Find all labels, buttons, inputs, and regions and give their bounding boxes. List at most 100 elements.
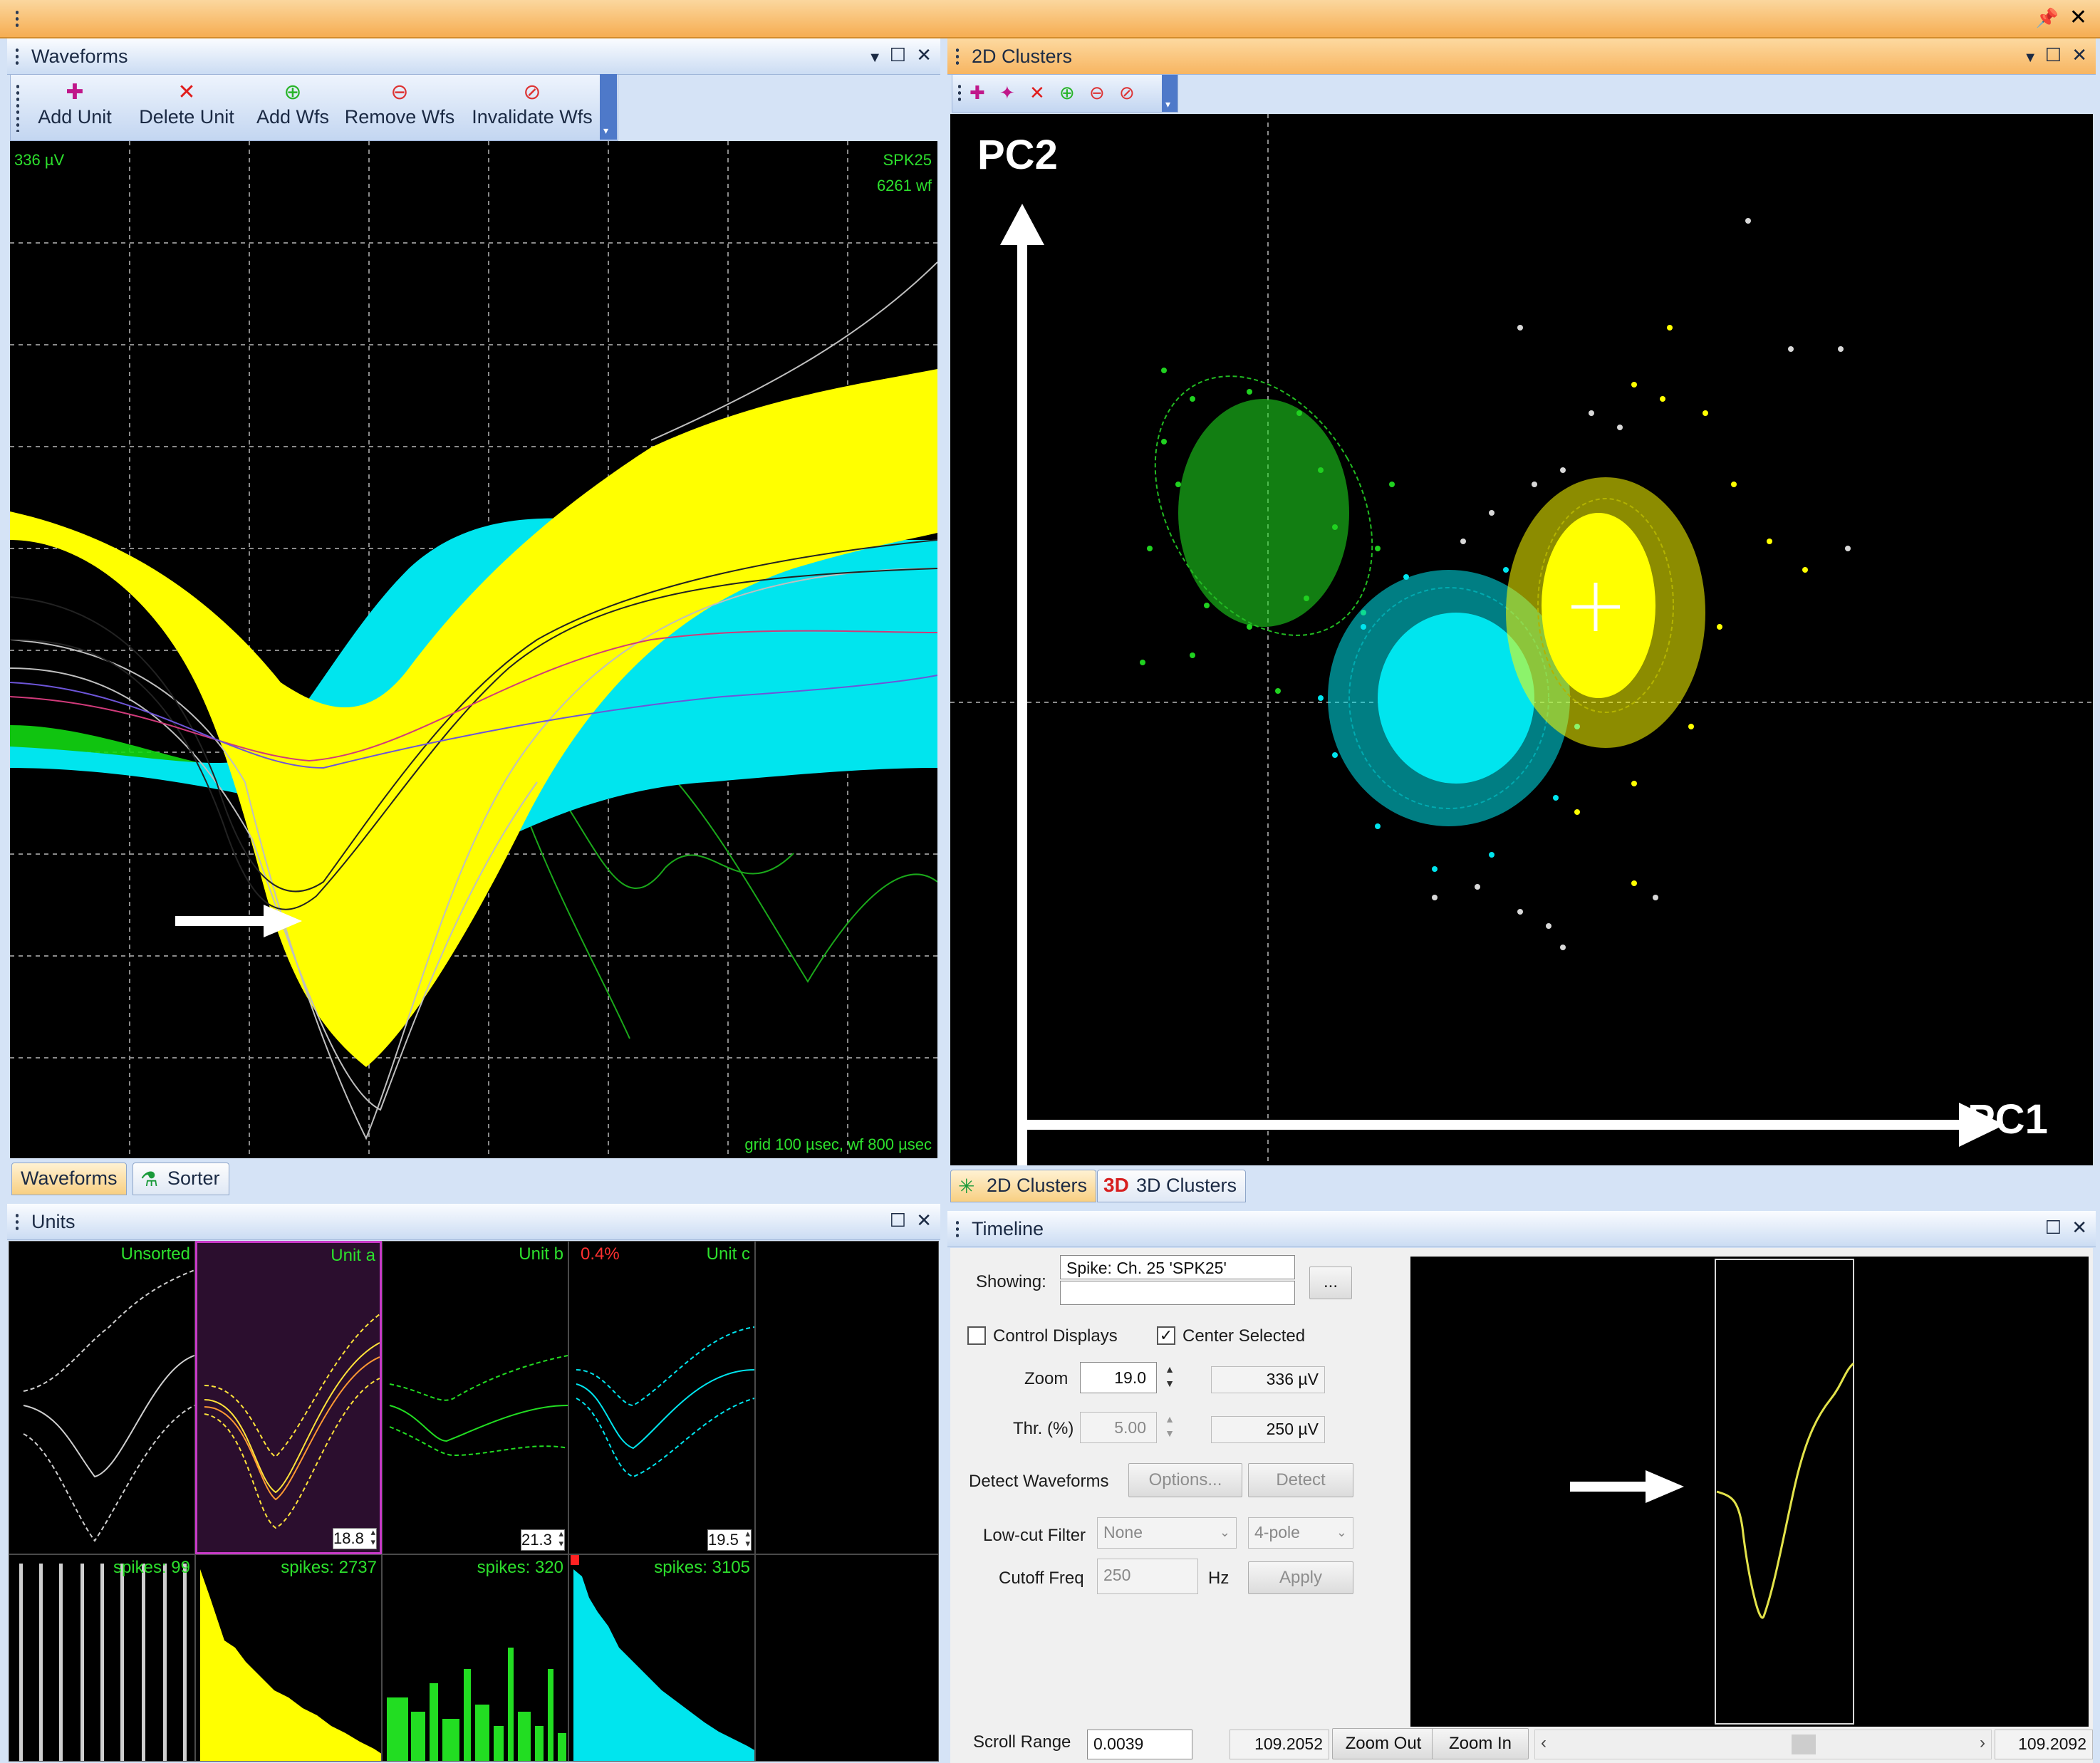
time-end: 109.2092 <box>1995 1730 2093 1759</box>
grip-icon[interactable] <box>956 1219 959 1238</box>
timeline-svg <box>1570 1259 1855 1725</box>
delete-unit-alt-icon[interactable]: ✦ <box>999 83 1015 102</box>
maximize-icon[interactable]: ☐ <box>2045 1218 2062 1237</box>
remove-wfs-icon[interactable]: ⊖ <box>1089 83 1105 102</box>
unit-percent: 0.4% <box>581 1244 620 1264</box>
unit-template-unit-a[interactable]: Unit a 18.8 <box>195 1241 382 1554</box>
clusters-panel-header: 2D Clusters ▼ ☐ ✕ <box>947 38 2096 75</box>
pin-icon[interactable]: 📌 <box>2036 9 2059 27</box>
detect-button[interactable]: Detect <box>1248 1463 1353 1497</box>
panel-title: 2D Clusters <box>972 46 1073 67</box>
dropdown-icon[interactable]: ▼ <box>868 48 882 67</box>
zoom-label: Zoom <box>1024 1369 1069 1388</box>
unit-template-unsorted[interactable]: Unsorted <box>9 1241 195 1554</box>
scroll-right-icon[interactable]: › <box>1980 1733 1985 1753</box>
tab-2d-clusters[interactable]: ✳ 2D Clusters <box>950 1170 1097 1202</box>
unit-spinner[interactable]: 19.5 <box>707 1529 752 1551</box>
pole-select[interactable]: 4-pole ⌄ <box>1248 1517 1353 1549</box>
add-wfs-label: Add Wfs <box>256 106 330 128</box>
close-icon[interactable]: ✕ <box>916 46 932 64</box>
clusters-tabstrip: ✳ 2D Clusters 3D 3D Clusters <box>947 1167 2096 1204</box>
add-unit-icon[interactable]: ✚ <box>970 83 985 102</box>
browse-button[interactable]: ... <box>1309 1267 1352 1299</box>
grip-icon[interactable] <box>16 83 19 132</box>
zoom-readout: 336 µV <box>1211 1366 1325 1393</box>
units-panel-header: Units ☐ ✕ <box>7 1204 940 1240</box>
add-wfs-icon[interactable]: ⊕ <box>1059 83 1075 102</box>
cluster-plot[interactable]: PC2 PC1 <box>950 114 2093 1165</box>
add-wfs-button[interactable]: ⊕ Add Wfs <box>243 79 343 128</box>
timeline-trace[interactable] <box>1410 1257 2089 1727</box>
threshold-label: Thr. (%) <box>1013 1419 1074 1438</box>
clusters-2d-icon: ✳ <box>958 1175 975 1197</box>
invalidate-wfs-button[interactable]: ⊘ Invalidate Wfs <box>461 79 603 128</box>
waveform-svg <box>10 141 937 1158</box>
close-icon[interactable]: ✕ <box>2072 1218 2087 1237</box>
dropdown-icon[interactable]: ▼ <box>2023 48 2037 67</box>
grid-label: grid 100 µsec, wf 800 µsec <box>744 1135 932 1153</box>
grip-icon[interactable] <box>958 83 961 102</box>
isi-histogram-unit-c: spikes: 3105 <box>568 1554 755 1762</box>
axis-y-label: PC2 <box>977 132 1058 178</box>
threshold-input[interactable]: 5.00 <box>1080 1412 1157 1443</box>
cutoff-freq-input[interactable]: 250 <box>1097 1559 1198 1594</box>
threshold-readout: 250 µV <box>1211 1416 1325 1443</box>
grip-icon[interactable] <box>16 47 19 66</box>
window-top-bar: 📌 ✕ <box>0 0 2100 38</box>
grip-icon[interactable] <box>16 9 19 28</box>
grip-icon[interactable] <box>16 1212 19 1231</box>
tab-sorter-label: Sorter <box>167 1167 220 1189</box>
add-unit-button[interactable]: ✚ Add Unit <box>32 79 118 128</box>
delete-unit-button[interactable]: ✕ Delete Unit <box>126 79 247 128</box>
timeline-panel-header: Timeline ☐ ✕ <box>947 1211 2096 1247</box>
delete-icon[interactable]: ✕ <box>1029 83 1045 102</box>
isi-histogram-unit-b: spikes: 320 <box>382 1554 568 1762</box>
grip-icon[interactable] <box>956 47 959 66</box>
delete-icon: ✕ <box>177 80 196 104</box>
zoom-spinner[interactable]: ▲ ▼ <box>1158 1362 1181 1393</box>
maximize-icon[interactable]: ☐ <box>890 1211 906 1229</box>
zoom-out-button[interactable]: Zoom Out <box>1332 1728 1435 1759</box>
units-grid: Unsorted Unit a 18.8 Unit b 21.3 0.4% Un… <box>9 1241 939 1762</box>
unit-name: Unit b <box>519 1244 563 1264</box>
chevron-down-icon: ⌄ <box>1336 1525 1347 1539</box>
spike-count: spikes: 99 <box>113 1558 190 1577</box>
showing-field-2[interactable] <box>1060 1281 1295 1305</box>
tab-sorter[interactable]: ⚗ Sorter <box>132 1163 229 1195</box>
invalidate-wfs-icon[interactable]: ⊘ <box>1119 83 1135 102</box>
close-icon[interactable]: ✕ <box>2069 7 2087 28</box>
options-button[interactable]: Options... <box>1128 1463 1242 1497</box>
scrollbar-thumb[interactable] <box>1792 1735 1816 1754</box>
apply-button[interactable]: Apply <box>1248 1561 1353 1594</box>
unit-spinner[interactable]: 21.3 <box>521 1529 565 1551</box>
control-displays-checkbox[interactable] <box>967 1326 986 1345</box>
remove-wfs-button[interactable]: ⊖ Remove Wfs <box>336 79 464 128</box>
close-icon[interactable]: ✕ <box>2072 46 2087 64</box>
timeline-scrollbar[interactable]: ‹ › <box>1534 1730 1992 1759</box>
waveform-count: 6261 wf <box>876 177 932 194</box>
scroll-left-icon[interactable]: ‹ <box>1541 1733 1547 1753</box>
zoom-input[interactable]: 19.0 <box>1080 1362 1157 1393</box>
close-icon[interactable]: ✕ <box>916 1211 932 1229</box>
showing-field[interactable]: Spike: Ch. 25 'SPK25' <box>1060 1255 1295 1279</box>
threshold-spinner[interactable]: ▲ ▼ <box>1158 1412 1181 1443</box>
tab-3d-clusters[interactable]: 3D 3D Clusters <box>1097 1170 1247 1202</box>
waveform-plot[interactable]: 336 µV SPK25 6261 wf grid 100 µsec, wf 8… <box>10 141 937 1158</box>
cutoff-freq-label: Cutoff Freq <box>999 1569 1084 1588</box>
toolbar-overflow-button[interactable]: ▾ <box>600 74 617 140</box>
empty-unit-slot <box>755 1241 939 1554</box>
chevron-down-icon: ▾ <box>603 125 609 136</box>
tab-waveforms[interactable]: Waveforms <box>11 1163 127 1195</box>
unit-template-unit-c[interactable]: 0.4% Unit c 19.5 <box>568 1241 755 1554</box>
chevron-down-icon: ▾ <box>1165 98 1171 110</box>
toolbar-overflow-button[interactable]: ▾ <box>1162 75 1178 112</box>
scroll-range-input[interactable]: 0.0039 <box>1087 1730 1192 1759</box>
center-selected-checkbox[interactable]: ✓ <box>1157 1326 1175 1345</box>
zoom-in-button[interactable]: Zoom In <box>1432 1728 1529 1759</box>
center-selected-label: Center Selected <box>1182 1326 1306 1346</box>
maximize-icon[interactable]: ☐ <box>890 46 906 64</box>
lowcut-filter-select[interactable]: None ⌄ <box>1097 1517 1237 1549</box>
unit-spinner[interactable]: 18.8 <box>333 1527 377 1549</box>
maximize-icon[interactable]: ☐ <box>2045 46 2062 64</box>
unit-template-unit-b[interactable]: Unit b 21.3 <box>382 1241 568 1554</box>
